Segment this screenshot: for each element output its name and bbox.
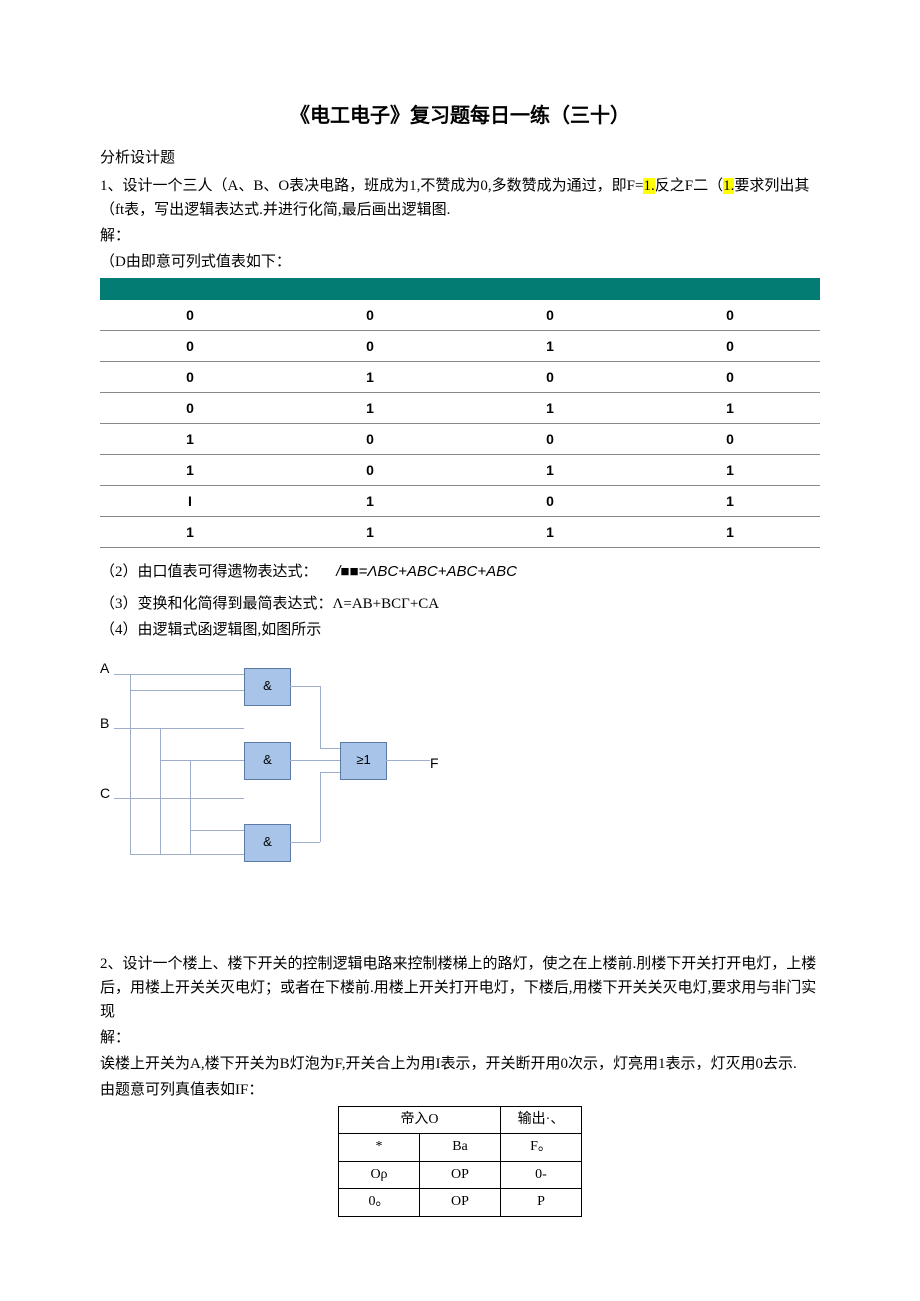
section-heading: 分析设计题 bbox=[100, 146, 820, 170]
and-gate-icon: & bbox=[244, 668, 291, 706]
q2-output-header: 输出·、 bbox=[501, 1107, 582, 1134]
wire bbox=[290, 760, 340, 761]
q2-input-header: 帝入O bbox=[339, 1107, 501, 1134]
wire bbox=[290, 842, 320, 843]
wire bbox=[130, 674, 131, 854]
table-row: * Ba F。 bbox=[339, 1134, 582, 1161]
q2-solution-label: 解： bbox=[100, 1026, 820, 1050]
q2-prompt: 2、设计一个楼上、楼下开关的控制逻辑电路来控制楼梯上的路灯，使之在上楼前.刖楼下… bbox=[100, 952, 820, 1024]
wire bbox=[290, 686, 320, 687]
circuit-label-f: F bbox=[430, 752, 439, 774]
q1-step4: （4）由逻辑式函逻辑图,如图所示 bbox=[100, 618, 820, 642]
circuit-label-a: A bbox=[100, 657, 109, 679]
circuit-label-c: C bbox=[100, 782, 110, 804]
q1-step2-pre: （2）由口值表可得遗物表达式： bbox=[100, 564, 318, 580]
table-row: 0010 bbox=[100, 331, 820, 362]
table-row: I101 bbox=[100, 486, 820, 517]
wire bbox=[130, 690, 244, 691]
circuit-label-b: B bbox=[100, 712, 109, 734]
or-gate-icon: ≥1 bbox=[340, 742, 387, 780]
q2-truth-table: 帝入O 输出·、 * Ba F。 Oρ OP 0- 0。 OP P bbox=[338, 1106, 582, 1217]
wire bbox=[130, 854, 244, 855]
and-gate-icon: & bbox=[244, 742, 291, 780]
page-title: 《电工电子》复习题每日一练（三十） bbox=[100, 100, 820, 132]
table-row: Oρ OP 0- bbox=[339, 1161, 582, 1188]
wire bbox=[320, 772, 340, 773]
logic-circuit-diagram: A B C F & & & ≥1 bbox=[100, 652, 460, 882]
wire bbox=[386, 760, 430, 761]
table-row: 0111 bbox=[100, 393, 820, 424]
q1-step3: （3）变换和化简得到最简表达式：Λ=AB+BCΓ+CA bbox=[100, 592, 820, 616]
wire bbox=[114, 674, 244, 675]
and-gate-icon: & bbox=[244, 824, 291, 862]
highlight-1: 1. bbox=[643, 178, 654, 194]
table-header-row bbox=[100, 278, 820, 300]
q1-mid: 反之F二（ bbox=[655, 178, 723, 194]
table-row: 0100 bbox=[100, 362, 820, 393]
highlight-2: 1. bbox=[723, 178, 734, 194]
table-row: 1000 bbox=[100, 424, 820, 455]
wire bbox=[160, 728, 161, 854]
wire bbox=[320, 686, 321, 748]
wire bbox=[114, 728, 244, 729]
wire bbox=[320, 748, 340, 749]
table-row: 1011 bbox=[100, 455, 820, 486]
wire bbox=[160, 760, 244, 761]
table-row: 0000 bbox=[100, 300, 820, 331]
q2-assumption: 诶楼上开关为A,楼下开关为B灯泡为F,开关合上为用I表示，开关断开用0次示，灯亮… bbox=[100, 1052, 820, 1076]
q1-truth-intro: （D由即意可列式值表如下： bbox=[100, 250, 820, 274]
q1-prompt: 1、设计一个三人（A、B、O表决电路，班成为1,不赞成为0,多数赞成为通过，即F… bbox=[100, 174, 820, 222]
q1-step2: （2）由口值表可得遗物表达式： /■■=ΛBC+ABC+ABC+ABC bbox=[100, 560, 820, 584]
table-row: 1111 bbox=[100, 517, 820, 548]
table-row: 0。 OP P bbox=[339, 1189, 582, 1216]
q1-solution-label: 解： bbox=[100, 224, 820, 248]
q1-truth-table: 0000 0010 0100 0111 1000 1011 I101 1111 bbox=[100, 278, 820, 548]
wire bbox=[190, 830, 244, 831]
q1-pre: 1、设计一个三人（A、B、O表决电路，班成为1,不赞成为0,多数赞成为通过，即F… bbox=[100, 178, 643, 194]
document-page: 《电工电子》复习题每日一练（三十） 分析设计题 1、设计一个三人（A、B、O表决… bbox=[0, 0, 920, 1301]
q1-step2-expr: /■■=ΛBC+ABC+ABC+ABC bbox=[336, 563, 517, 580]
q2-truth-intro: 由题意可列真值表如IF： bbox=[100, 1078, 820, 1102]
wire bbox=[114, 798, 244, 799]
wire bbox=[320, 772, 321, 842]
table-row: 帝入O 输出·、 bbox=[339, 1107, 582, 1134]
wire bbox=[190, 760, 191, 854]
